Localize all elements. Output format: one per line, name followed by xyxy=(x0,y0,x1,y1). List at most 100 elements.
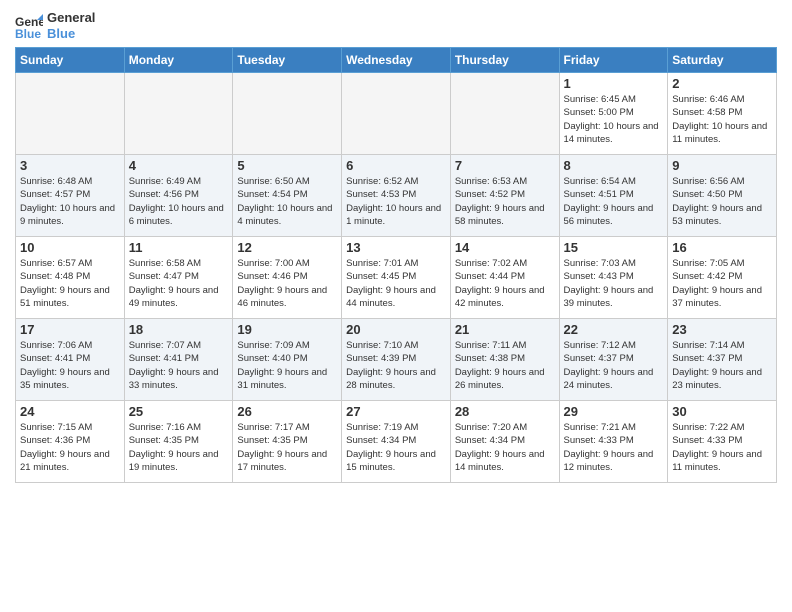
day-number: 7 xyxy=(455,158,555,173)
day-info: Sunrise: 7:15 AM Sunset: 4:36 PM Dayligh… xyxy=(20,421,120,474)
day-info: Sunrise: 6:58 AM Sunset: 4:47 PM Dayligh… xyxy=(129,257,229,310)
calendar-cell: 13 Sunrise: 7:01 AM Sunset: 4:45 PM Dayli… xyxy=(342,237,451,319)
calendar-cell: 11 Sunrise: 6:58 AM Sunset: 4:47 PM Dayli… xyxy=(124,237,233,319)
day-info: Sunrise: 7:16 AM Sunset: 4:35 PM Dayligh… xyxy=(129,421,229,474)
calendar-cell: 19 Sunrise: 7:09 AM Sunset: 4:40 PM Dayli… xyxy=(233,319,342,401)
calendar-cell: 23Sunrise: 7:14 AM Sunset: 4:37 PM Dayli… xyxy=(668,319,777,401)
day-number: 6 xyxy=(346,158,446,173)
day-number: 30 xyxy=(672,404,772,419)
day-info: Sunrise: 6:53 AM Sunset: 4:52 PM Dayligh… xyxy=(455,175,555,228)
calendar-cell: 17 Sunrise: 7:06 AM Sunset: 4:41 PM Dayli… xyxy=(16,319,125,401)
day-number: 27 xyxy=(346,404,446,419)
logo-icon: General Blue xyxy=(15,12,43,40)
day-info: Sunrise: 7:10 AM Sunset: 4:39 PM Dayligh… xyxy=(346,339,446,392)
day-number: 28 xyxy=(455,404,555,419)
calendar-cell: 30 Sunrise: 7:22 AM Sunset: 4:33 PM Dayli… xyxy=(668,401,777,483)
day-number: 9 xyxy=(672,158,772,173)
calendar-week-row: 10Sunrise: 6:57 AM Sunset: 4:48 PM Dayli… xyxy=(16,237,777,319)
calendar-cell: 18 Sunrise: 7:07 AM Sunset: 4:41 PM Dayli… xyxy=(124,319,233,401)
day-number: 25 xyxy=(129,404,229,419)
day-info: Sunrise: 7:06 AM Sunset: 4:41 PM Dayligh… xyxy=(20,339,120,392)
day-number: 15 xyxy=(564,240,664,255)
day-info: Sunrise: 7:00 AM Sunset: 4:46 PM Dayligh… xyxy=(237,257,337,310)
calendar-weekday-header: Wednesday xyxy=(342,48,451,73)
header: General Blue General Blue xyxy=(15,10,777,41)
calendar-cell: 22 Sunrise: 7:12 AM Sunset: 4:37 PM Dayli… xyxy=(559,319,668,401)
day-number: 10 xyxy=(20,240,120,255)
day-number: 2 xyxy=(672,76,772,91)
day-info: Sunrise: 6:54 AM Sunset: 4:51 PM Dayligh… xyxy=(564,175,664,228)
calendar-cell: 26 Sunrise: 7:17 AM Sunset: 4:35 PM Dayli… xyxy=(233,401,342,483)
day-info: Sunrise: 7:03 AM Sunset: 4:43 PM Dayligh… xyxy=(564,257,664,310)
calendar-cell: 28 Sunrise: 7:20 AM Sunset: 4:34 PM Dayli… xyxy=(450,401,559,483)
calendar-week-row: 24 Sunrise: 7:15 AM Sunset: 4:36 PM Dayli… xyxy=(16,401,777,483)
day-info: Sunrise: 7:05 AM Sunset: 4:42 PM Dayligh… xyxy=(672,257,772,310)
calendar-cell: 27 Sunrise: 7:19 AM Sunset: 4:34 PM Dayli… xyxy=(342,401,451,483)
calendar-weekday-header: Monday xyxy=(124,48,233,73)
calendar-cell: 21 Sunrise: 7:11 AM Sunset: 4:38 PM Dayli… xyxy=(450,319,559,401)
svg-text:Blue: Blue xyxy=(15,27,41,40)
day-info: Sunrise: 6:52 AM Sunset: 4:53 PM Dayligh… xyxy=(346,175,446,228)
day-number: 26 xyxy=(237,404,337,419)
calendar-table: SundayMondayTuesdayWednesdayThursdayFrid… xyxy=(15,47,777,483)
day-info: Sunrise: 7:22 AM Sunset: 4:33 PM Dayligh… xyxy=(672,421,772,474)
calendar-cell: 20 Sunrise: 7:10 AM Sunset: 4:39 PM Dayli… xyxy=(342,319,451,401)
day-info: Sunrise: 7:02 AM Sunset: 4:44 PM Dayligh… xyxy=(455,257,555,310)
calendar-cell: 12 Sunrise: 7:00 AM Sunset: 4:46 PM Dayli… xyxy=(233,237,342,319)
calendar-body: 1 Sunrise: 6:45 AM Sunset: 5:00 PM Daylig… xyxy=(16,73,777,483)
calendar-weekday-header: Friday xyxy=(559,48,668,73)
day-number: 20 xyxy=(346,322,446,337)
calendar-week-row: 1 Sunrise: 6:45 AM Sunset: 5:00 PM Daylig… xyxy=(16,73,777,155)
calendar-cell: 15 Sunrise: 7:03 AM Sunset: 4:43 PM Dayli… xyxy=(559,237,668,319)
calendar-cell: 5Sunrise: 6:50 AM Sunset: 4:54 PM Daylig… xyxy=(233,155,342,237)
calendar-cell: 14 Sunrise: 7:02 AM Sunset: 4:44 PM Dayli… xyxy=(450,237,559,319)
day-info: Sunrise: 7:20 AM Sunset: 4:34 PM Dayligh… xyxy=(455,421,555,474)
calendar-cell: 4Sunrise: 6:49 AM Sunset: 4:56 PM Daylig… xyxy=(124,155,233,237)
calendar-header-row: SundayMondayTuesdayWednesdayThursdayFrid… xyxy=(16,48,777,73)
day-info: Sunrise: 6:45 AM Sunset: 5:00 PM Dayligh… xyxy=(564,93,664,146)
day-info: Sunrise: 6:48 AM Sunset: 4:57 PM Dayligh… xyxy=(20,175,120,228)
day-number: 19 xyxy=(237,322,337,337)
day-info: Sunrise: 7:12 AM Sunset: 4:37 PM Dayligh… xyxy=(564,339,664,392)
calendar-cell: 2Sunrise: 6:46 AM Sunset: 4:58 PM Daylig… xyxy=(668,73,777,155)
day-number: 18 xyxy=(129,322,229,337)
calendar-cell: 9Sunrise: 6:56 AM Sunset: 4:50 PM Daylig… xyxy=(668,155,777,237)
day-info: Sunrise: 7:07 AM Sunset: 4:41 PM Dayligh… xyxy=(129,339,229,392)
day-number: 23 xyxy=(672,322,772,337)
day-number: 14 xyxy=(455,240,555,255)
calendar-cell: 24 Sunrise: 7:15 AM Sunset: 4:36 PM Dayli… xyxy=(16,401,125,483)
day-number: 8 xyxy=(564,158,664,173)
calendar-weekday-header: Sunday xyxy=(16,48,125,73)
day-number: 1 xyxy=(564,76,664,91)
day-info: Sunrise: 7:09 AM Sunset: 4:40 PM Dayligh… xyxy=(237,339,337,392)
day-number: 3 xyxy=(20,158,120,173)
calendar-cell: 29Sunrise: 7:21 AM Sunset: 4:33 PM Dayli… xyxy=(559,401,668,483)
calendar-cell: 3 Sunrise: 6:48 AM Sunset: 4:57 PM Daylig… xyxy=(16,155,125,237)
calendar-cell: 10Sunrise: 6:57 AM Sunset: 4:48 PM Dayli… xyxy=(16,237,125,319)
day-number: 21 xyxy=(455,322,555,337)
calendar-week-row: 17 Sunrise: 7:06 AM Sunset: 4:41 PM Dayli… xyxy=(16,319,777,401)
day-number: 4 xyxy=(129,158,229,173)
day-info: Sunrise: 7:17 AM Sunset: 4:35 PM Dayligh… xyxy=(237,421,337,474)
day-number: 17 xyxy=(20,322,120,337)
day-info: Sunrise: 7:01 AM Sunset: 4:45 PM Dayligh… xyxy=(346,257,446,310)
calendar-cell: 16Sunrise: 7:05 AM Sunset: 4:42 PM Dayli… xyxy=(668,237,777,319)
day-info: Sunrise: 7:11 AM Sunset: 4:38 PM Dayligh… xyxy=(455,339,555,392)
calendar-weekday-header: Saturday xyxy=(668,48,777,73)
day-number: 11 xyxy=(129,240,229,255)
day-number: 22 xyxy=(564,322,664,337)
page-container: General Blue General Blue SundayMondayTu… xyxy=(0,0,792,488)
calendar-weekday-header: Thursday xyxy=(450,48,559,73)
calendar-cell xyxy=(124,73,233,155)
calendar-week-row: 3 Sunrise: 6:48 AM Sunset: 4:57 PM Daylig… xyxy=(16,155,777,237)
calendar-cell xyxy=(450,73,559,155)
calendar-cell: 6 Sunrise: 6:52 AM Sunset: 4:53 PM Daylig… xyxy=(342,155,451,237)
logo: General Blue General Blue xyxy=(15,10,95,41)
day-number: 24 xyxy=(20,404,120,419)
day-number: 12 xyxy=(237,240,337,255)
logo-text-general: General xyxy=(47,10,95,26)
day-info: Sunrise: 7:21 AM Sunset: 4:33 PM Dayligh… xyxy=(564,421,664,474)
calendar-weekday-header: Tuesday xyxy=(233,48,342,73)
day-number: 13 xyxy=(346,240,446,255)
day-info: Sunrise: 7:19 AM Sunset: 4:34 PM Dayligh… xyxy=(346,421,446,474)
